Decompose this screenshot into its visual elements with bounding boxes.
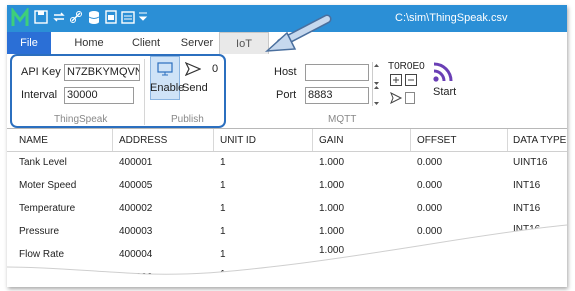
torn-edge-decoration (7, 224, 567, 287)
app-window: C:\sim\ThingSpeak.csv File Home Client S… (7, 5, 567, 287)
